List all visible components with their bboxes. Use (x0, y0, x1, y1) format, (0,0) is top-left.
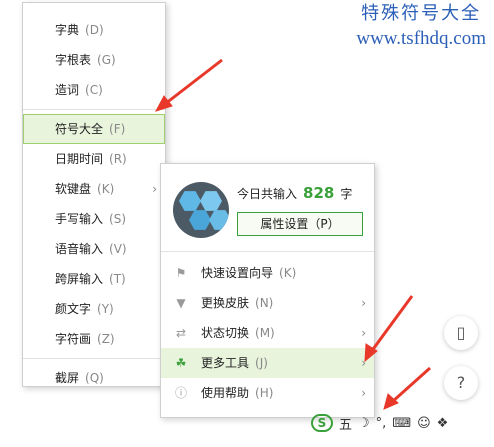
avatar[interactable] (173, 182, 229, 238)
menu-item-dictionary[interactable]: 字典 (D) (23, 15, 165, 45)
menu-item-label: 字符画 (55, 332, 92, 346)
menu-item-shortcut: (S) (109, 212, 126, 226)
help-icon: ⓘ (174, 386, 187, 400)
ime-context-menu: 字典 (D) 字根表 (G) 造词 (C) 符号大全 (F) 日期时间 (R) 软键盘 (K… (22, 2, 166, 387)
hexagon-icon (209, 210, 229, 230)
hexagon-icon (200, 191, 222, 211)
menu-item-shortcut: (V) (109, 242, 127, 256)
panel-item-label: 使用帮助 (201, 386, 250, 400)
watermark: 特殊符号大全 www.tsfhdq.com (356, 2, 486, 52)
chevron-right-icon: › (152, 182, 157, 196)
menu-item-label: 颜文字 (55, 302, 92, 316)
panel-item-label: 快速设置向导 (201, 266, 274, 280)
menu-separator (23, 109, 165, 110)
menu-item-symbols[interactable]: 符号大全 (F) (23, 114, 165, 144)
menu-item-label: 跨屏输入 (55, 272, 104, 286)
phone-button[interactable]: ▯ (444, 316, 478, 350)
wubi-mode-button[interactable]: 五 (339, 414, 352, 433)
chevron-right-icon: › (361, 356, 366, 370)
annotation-arrow-head (383, 393, 399, 410)
menu-item-label: 日期时间 (55, 152, 104, 166)
panel-item-label: 更多工具 (201, 356, 250, 370)
menu-item-shortcut: (C) (85, 83, 103, 97)
punctuation-button[interactable]: °, (376, 416, 387, 431)
menu-item-label: 软键盘 (55, 182, 92, 196)
panel-item-shortcut: (M) (255, 326, 275, 340)
question-icon: ? (456, 373, 466, 392)
swap-icon: ⇄ (175, 326, 187, 340)
chevron-right-icon: › (361, 296, 366, 310)
ime-status-panel: 今日共输入 828 字 属性设置（P） ⚑ 快速设置向导 (K) ▼ 更换皮肤 (N) … (160, 163, 375, 418)
panel-item-shortcut: (J) (255, 356, 268, 370)
menu-item-label: 语音输入 (55, 242, 104, 256)
annotation-arrow-symbols (164, 58, 223, 106)
hexagon-icon (189, 210, 211, 230)
flag-icon: ⚑ (175, 266, 187, 280)
properties-button[interactable]: 属性设置（P） (237, 212, 363, 236)
menu-item-handwriting[interactable]: 手写输入 (S) (23, 204, 165, 234)
menu-item-ascii-art[interactable]: 字符画 (Z) (23, 324, 165, 354)
menu-item-shortcut: (D) (85, 23, 104, 37)
panel-item-shortcut: (N) (255, 296, 274, 310)
today-label: 今日共输入 (237, 187, 298, 201)
menu-item-shortcut: (Q) (85, 371, 104, 385)
menu-item-label: 截屏 (55, 371, 80, 385)
annotation-arrow-more-tools (369, 295, 414, 353)
today-count: 828 (303, 184, 335, 202)
panel-item-help[interactable]: ⓘ 使用帮助 (H) › (161, 378, 374, 408)
menu-item-date-time[interactable]: 日期时间 (R) (23, 144, 165, 174)
today-input-count: 今日共输入 828 字 (237, 184, 352, 202)
menu-item-soft-keyboard[interactable]: 软键盘 (K) › (23, 174, 165, 204)
menu-item-voice-input[interactable]: 语音输入 (V) (23, 234, 165, 264)
sogou-logo-icon[interactable]: S (311, 414, 333, 432)
clover-icon: ☘ (175, 356, 187, 370)
menu-separator (23, 358, 165, 359)
watermark-url: www.tsfhdq.com (356, 28, 486, 49)
menu-item-cross-screen[interactable]: 跨屏输入 (T) (23, 264, 165, 294)
today-unit: 字 (340, 187, 353, 201)
hexagon-icon (179, 191, 201, 211)
panel-item-shortcut: (H) (255, 386, 274, 400)
menu-item-shortcut: (F) (109, 122, 126, 136)
menu-item-kaomoji[interactable]: 颜文字 (Y) (23, 294, 165, 324)
menu-item-label: 造词 (55, 83, 80, 97)
half-width-moon-icon[interactable]: ☽ (358, 416, 370, 431)
shirt-icon: ▼ (176, 296, 186, 310)
menu-item-label: 字典 (55, 23, 80, 37)
menu-item-screenshot[interactable]: 截屏 (Q) (23, 363, 165, 393)
chevron-right-icon: › (361, 326, 366, 340)
menu-item-shortcut: (Z) (97, 332, 115, 346)
ime-toolbar: S 五 ☽ °, ⌨ ☺ ❖ (311, 412, 448, 434)
menu-item-create-word[interactable]: 造词 (C) (23, 75, 165, 105)
keyboard-icon[interactable]: ⌨ (392, 416, 411, 431)
panel-item-shortcut: (K) (279, 266, 297, 280)
panel-header: 今日共输入 828 字 属性设置（P） (161, 164, 374, 252)
chevron-right-icon: › (361, 386, 366, 400)
menu-item-label: 符号大全 (55, 122, 104, 136)
panel-item-switch-state[interactable]: ⇄ 状态切换 (M) › (161, 318, 374, 348)
phone-icon: ▯ (456, 323, 466, 342)
panel-item-label: 更换皮肤 (201, 296, 250, 310)
menu-item-shortcut: (Y) (97, 302, 114, 316)
help-button[interactable]: ? (444, 366, 478, 400)
annotation-arrow-toolbar (390, 366, 432, 404)
menu-item-label: 字根表 (55, 53, 92, 67)
menu-item-shortcut: (G) (97, 53, 116, 67)
panel-item-change-skin[interactable]: ▼ 更换皮肤 (N) › (161, 288, 374, 318)
menu-item-radical-table[interactable]: 字根表 (G) (23, 45, 165, 75)
menu-item-label: 手写输入 (55, 212, 104, 226)
panel-item-quick-setup[interactable]: ⚑ 快速设置向导 (K) (161, 258, 374, 288)
watermark-title: 特殊符号大全 (361, 3, 482, 24)
grid-menu-icon[interactable]: ❖ (437, 416, 449, 431)
menu-item-shortcut: (T) (109, 272, 126, 286)
menu-item-shortcut: (R) (109, 152, 127, 166)
user-icon[interactable]: ☺ (417, 416, 431, 431)
panel-item-label: 状态切换 (201, 326, 250, 340)
panel-item-more-tools[interactable]: ☘ 更多工具 (J) › (161, 348, 374, 378)
menu-item-shortcut: (K) (97, 182, 115, 196)
